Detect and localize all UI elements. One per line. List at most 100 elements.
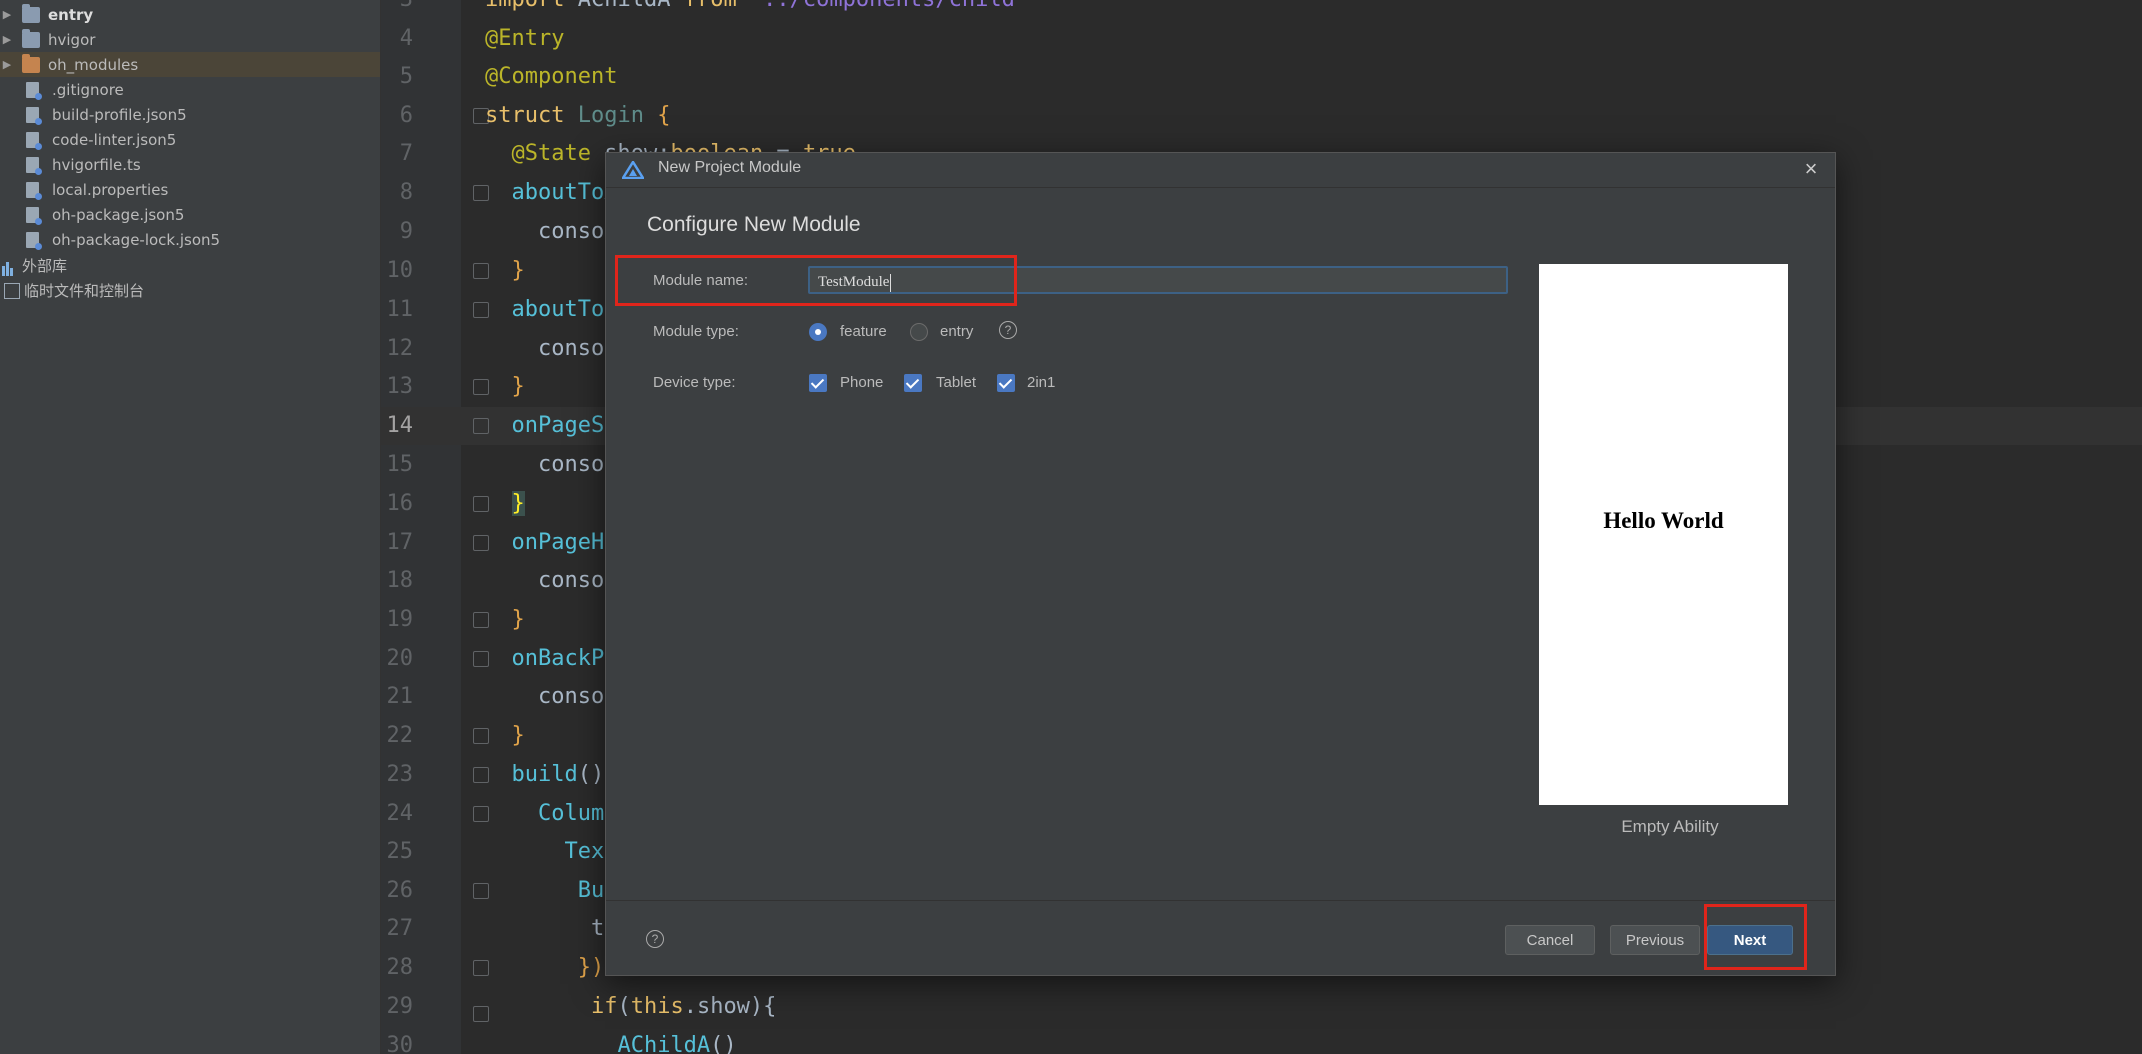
code-line: }	[511, 723, 525, 748]
line-number: 3	[381, 0, 413, 19]
module-type-entry-radio[interactable]	[910, 323, 928, 341]
code-line: }	[511, 491, 525, 516]
dialog-title: New Project Module	[658, 159, 802, 176]
line-number: 4	[399, 26, 413, 51]
tree-item-hvigor[interactable]: ▶ hvigor	[0, 27, 380, 52]
line-number: 12	[386, 336, 414, 361]
code-line: import AChildA from '../components/child…	[485, 0, 1028, 19]
template-caption: Empty Ability	[1621, 817, 1719, 836]
tree-item-label: .gitignore	[52, 80, 124, 99]
line-number: 6	[399, 103, 413, 128]
module-name-input[interactable]: TestModule	[808, 266, 1508, 294]
line-number: 19	[386, 607, 414, 632]
line-number: 5	[399, 64, 413, 89]
file-icon	[26, 231, 42, 250]
tree-item-build-profile[interactable]: build-profile.json5	[0, 102, 380, 127]
tree-item-label: hvigorfile.ts	[52, 155, 141, 174]
line-number: 27	[386, 916, 414, 941]
file-icon	[26, 156, 42, 175]
line-number: 30	[386, 1033, 414, 1054]
code-line: }	[511, 374, 525, 399]
scratch-icon	[4, 282, 20, 299]
file-icon	[26, 181, 42, 200]
tree-item-label: oh-package-lock.json5	[52, 230, 221, 249]
dialog-heading: Configure New Module	[647, 213, 861, 236]
tree-item-label: 临时文件和控制台	[24, 282, 145, 300]
module-name-label: Module name:	[653, 272, 749, 289]
tree-item-oh-package-lock[interactable]: oh-package-lock.json5	[0, 227, 380, 252]
tree-item-local-properties[interactable]: local.properties	[0, 177, 380, 202]
code-line: struct Login {	[485, 103, 671, 128]
tree-item-oh-package[interactable]: oh-package.json5	[0, 202, 380, 227]
code-line: if(this.show){	[590, 994, 777, 1019]
module-type-feature-label[interactable]: feature	[840, 323, 887, 340]
tree-item-label: 外部库	[22, 257, 68, 275]
next-button[interactable]: Next	[1707, 925, 1793, 955]
close-icon[interactable]: ×	[1799, 157, 1823, 181]
code-line: @Component	[485, 64, 618, 89]
line-number: 10	[386, 258, 414, 283]
line-number: 14	[386, 413, 414, 438]
dialog-footer: ? Cancel Previous Next	[606, 900, 1835, 976]
device-type-2in1-checkbox[interactable]	[997, 374, 1015, 392]
tree-item-external-libraries[interactable]: 外部库	[0, 253, 380, 278]
preview-text: Hello World	[1603, 508, 1724, 533]
line-number: 17	[386, 530, 414, 555]
line-number: 13	[386, 374, 414, 399]
module-type-feature-radio[interactable]	[809, 323, 827, 341]
help-icon[interactable]: ?	[999, 321, 1017, 339]
device-type-label: Device type:	[653, 374, 736, 391]
tree-item-scratches[interactable]: 临时文件和控制台	[0, 278, 380, 303]
tree-item-label: build-profile.json5	[52, 105, 187, 124]
device-type-phone-label[interactable]: Phone	[840, 374, 883, 391]
code-line: AChildA()	[617, 1033, 737, 1054]
tree-item-label: entry	[48, 5, 94, 24]
tree-item-oh-modules[interactable]: ▶ oh_modules	[0, 52, 380, 77]
template-preview: Hello World	[1539, 264, 1788, 805]
file-icon	[26, 81, 42, 100]
code-line: build(){	[511, 762, 618, 787]
code-line: })	[577, 955, 605, 980]
new-project-module-dialog: New Project Module × Configure New Modul…	[605, 152, 1836, 976]
dialog-titlebar: New Project Module ×	[606, 153, 1835, 188]
file-icon	[26, 131, 42, 150]
module-name-value: TestModule	[818, 274, 890, 290]
line-number: 25	[386, 839, 414, 864]
chevron-right-icon[interactable]: ▶	[0, 33, 14, 46]
folder-icon	[22, 3, 40, 23]
chevron-right-icon[interactable]: ▶	[0, 8, 14, 21]
device-type-2in1-label[interactable]: 2in1	[1027, 374, 1055, 391]
line-number: 29	[386, 994, 414, 1019]
device-type-phone-checkbox[interactable]	[809, 374, 827, 392]
tree-item-label: local.properties	[52, 180, 169, 199]
line-number: 9	[399, 219, 413, 244]
deveco-logo-icon	[622, 161, 644, 179]
tree-item-gitignore[interactable]: .gitignore	[0, 77, 380, 102]
line-number: 8	[399, 180, 413, 205]
line-number: 28	[386, 955, 414, 980]
cancel-button[interactable]: Cancel	[1505, 925, 1595, 955]
line-number: 20	[386, 646, 414, 671]
line-number: 15	[386, 452, 414, 477]
tree-item-entry[interactable]: ▶ entry	[0, 2, 380, 27]
tree-item-label: code-linter.json5	[52, 130, 177, 149]
tree-item-label: oh_modules	[48, 55, 139, 74]
file-icon	[26, 206, 42, 225]
module-type-entry-label[interactable]: entry	[940, 323, 973, 340]
help-icon[interactable]: ?	[646, 930, 664, 948]
text-caret	[890, 273, 892, 292]
code-line: }	[511, 258, 525, 283]
tree-item-code-linter[interactable]: code-linter.json5	[0, 127, 380, 152]
tree-item-hvigorfile[interactable]: hvigorfile.ts	[0, 152, 380, 177]
line-number: 16	[386, 491, 414, 516]
device-type-tablet-checkbox[interactable]	[904, 374, 922, 392]
line-number: 26	[386, 878, 414, 903]
module-type-label: Module type:	[653, 323, 739, 340]
device-type-tablet-label[interactable]: Tablet	[936, 374, 976, 391]
project-tree: ▶ entry ▶ hvigor ▶ oh_modules .gitignore…	[0, 0, 381, 1054]
file-icon	[26, 106, 42, 125]
chevron-right-icon[interactable]: ▶	[0, 58, 14, 71]
line-number: 24	[386, 801, 414, 826]
previous-button[interactable]: Previous	[1610, 925, 1700, 955]
tree-item-label: oh-package.json5	[52, 205, 185, 224]
